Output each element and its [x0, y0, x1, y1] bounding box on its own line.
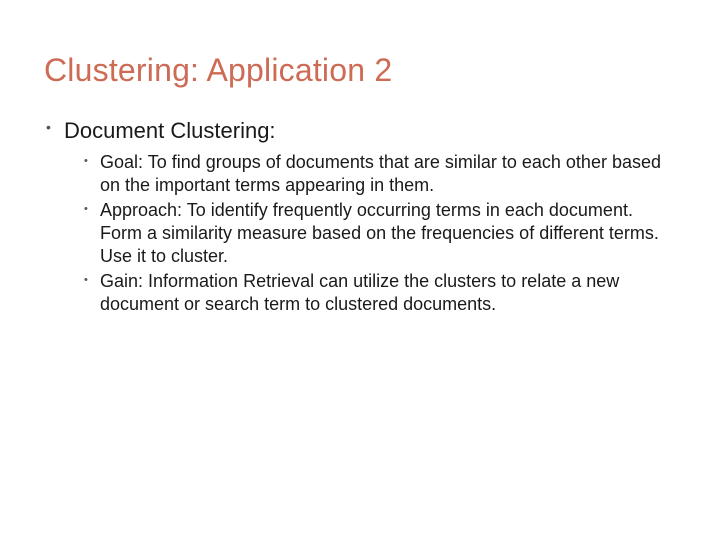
list-item: Document Clustering: Goal: To find group… [46, 117, 676, 316]
bullet-text: Goal: To find groups of documents that a… [100, 152, 661, 195]
bullet-text: Gain: Information Retrieval can utilize … [100, 271, 619, 314]
bullet-list-level1: Document Clustering: Goal: To find group… [44, 117, 676, 316]
slide: Clustering: Application 2 Document Clust… [0, 0, 720, 540]
list-item: Gain: Information Retrieval can utilize … [84, 270, 676, 316]
slide-title: Clustering: Application 2 [44, 52, 676, 89]
bullet-text: Approach: To identify frequently occurri… [100, 200, 659, 266]
list-item: Goal: To find groups of documents that a… [84, 151, 676, 197]
list-item: Approach: To identify frequently occurri… [84, 199, 676, 268]
bullet-list-level2: Goal: To find groups of documents that a… [64, 151, 676, 316]
bullet-text: Document Clustering: [64, 118, 276, 143]
